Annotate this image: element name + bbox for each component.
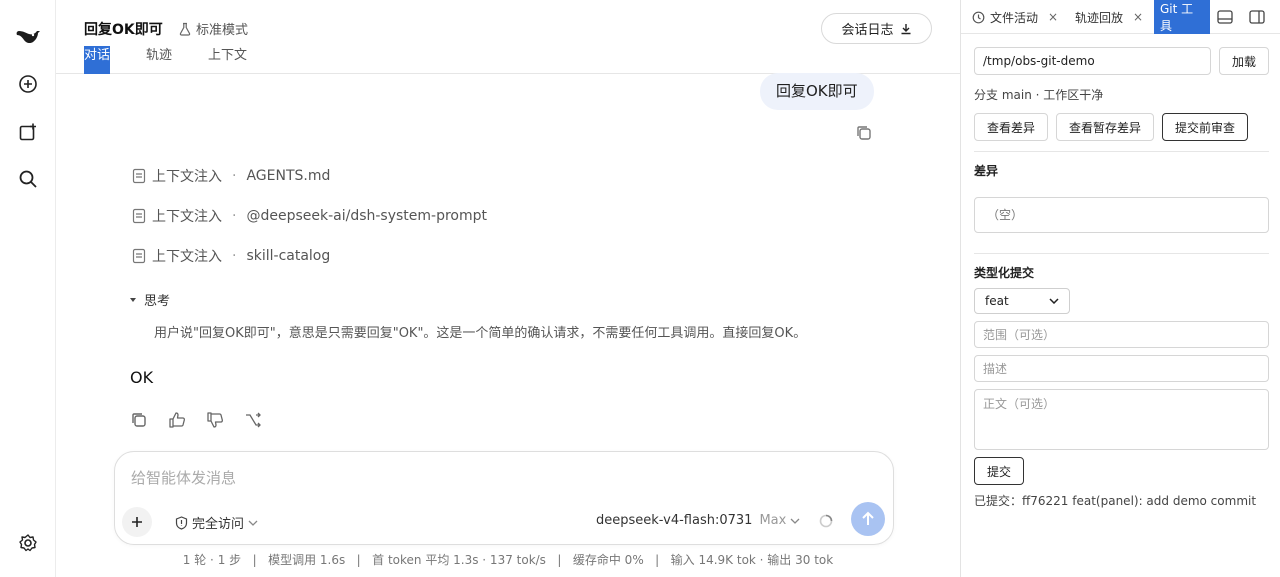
whale-logo-icon[interactable] <box>14 22 42 50</box>
context-separator: · <box>232 208 237 224</box>
composer: 完全访问 deepseek-v4-flash:0731 Max <box>114 451 894 545</box>
body-textarea[interactable] <box>974 389 1269 450</box>
main-tabs: 对话 轨迹 上下文 <box>84 46 283 74</box>
shield-icon <box>175 515 188 530</box>
chevron-down-icon <box>248 520 258 526</box>
branch-icon[interactable] <box>244 411 262 429</box>
pre-commit-review-button[interactable]: 提交前审查 <box>1162 113 1249 141</box>
message-input[interactable] <box>131 469 831 487</box>
branch-status: 分支 main · 工作区干净 <box>974 88 1104 102</box>
diff-output: （空） <box>974 197 1269 233</box>
copy-icon[interactable] <box>130 411 148 429</box>
commit-button[interactable]: 提交 <box>974 457 1024 485</box>
git-tools-panel: 文件活动 × 轨迹回放 × Git 工具 加载 分支 main · 工作区干净 … <box>960 0 1280 577</box>
description-input[interactable] <box>974 355 1269 382</box>
repo-path-input[interactable] <box>974 47 1211 75</box>
context-item-name: AGENTS.md <box>246 168 331 184</box>
view-diff-button[interactable]: 查看差异 <box>974 113 1049 141</box>
loading-spinner-icon <box>818 513 834 529</box>
usage-stats: 1 轮 · 1 步 | 模型调用 1.6s | 首 token 平均 1.3s … <box>182 553 834 567</box>
close-icon[interactable]: × <box>1048 10 1058 24</box>
context-item-name: @deepseek-ai/dsh-system-prompt <box>246 208 488 224</box>
context-item-label: 上下文注入 <box>152 169 222 185</box>
panel-side-layout-icon[interactable] <box>1248 8 1266 26</box>
chevron-down-icon <box>1049 298 1059 304</box>
search-icon[interactable] <box>14 165 42 193</box>
context-item-label: 上下文注入 <box>152 209 222 225</box>
main-area: 回复OK即可 标准模式 会话日志 对话 轨迹 上下文 回复OK即可 上下文注入 … <box>56 0 960 577</box>
app: 回复OK即可 标准模式 会话日志 对话 轨迹 上下文 回复OK即可 上下文注入 … <box>0 0 1280 577</box>
user-message-bubble: 回复OK即可 <box>760 73 874 110</box>
divider <box>974 253 1269 254</box>
chevron-down-icon <box>790 518 800 524</box>
commit-result: 已提交：ff76221 feat(panel): add demo commit <box>974 494 1257 508</box>
context-separator: · <box>232 168 237 184</box>
access-selector[interactable]: 完全访问 <box>175 513 258 532</box>
commit-section-title: 类型化提交 <box>974 266 1035 280</box>
caret-down-icon <box>130 297 136 302</box>
arrow-up-icon <box>862 511 874 525</box>
scope-input[interactable] <box>974 321 1269 348</box>
document-icon <box>132 168 146 184</box>
thinking-label: 思考 <box>144 294 171 309</box>
new-window-icon[interactable] <box>14 118 42 146</box>
attach-button[interactable] <box>122 507 152 537</box>
session-log-button[interactable]: 会话日志 <box>821 13 932 44</box>
new-chat-icon[interactable] <box>14 70 42 98</box>
tab-git-tools[interactable]: Git 工具 <box>1154 0 1210 34</box>
chat-title: 回复OK即可 <box>84 22 163 38</box>
tab-git-tools-label: Git 工具 <box>1160 2 1194 33</box>
tab-trajectory[interactable]: 轨迹 <box>146 46 172 74</box>
flask-icon <box>179 22 191 36</box>
tab-file-activity[interactable]: 文件活动 × <box>972 0 1058 34</box>
clock-icon <box>972 11 985 23</box>
load-button[interactable]: 加载 <box>1219 47 1269 75</box>
model-effort: Max <box>759 513 787 528</box>
mode-label: 标准模式 <box>196 23 249 38</box>
access-label: 完全访问 <box>192 517 245 532</box>
context-item[interactable]: 上下文注入 · skill-catalog <box>132 246 330 266</box>
session-log-label: 会话日志 <box>841 23 894 38</box>
context-item[interactable]: 上下文注入 · AGENTS.md <box>132 166 330 186</box>
tab-context[interactable]: 上下文 <box>208 46 247 74</box>
download-icon <box>901 23 910 34</box>
thinking-toggle[interactable]: 思考 <box>130 290 170 309</box>
commit-type-select[interactable]: feat <box>974 288 1070 314</box>
close-icon[interactable]: × <box>1133 10 1143 24</box>
thumbs-down-icon[interactable] <box>206 411 224 429</box>
model-name: deepseek-v4-flash:0731 <box>596 513 753 528</box>
panel-bottom-layout-icon[interactable] <box>1216 8 1234 26</box>
tab-file-activity-label: 文件活动 <box>990 10 1039 25</box>
document-icon <box>132 248 146 264</box>
plus-icon <box>132 517 142 527</box>
message-actions <box>130 411 262 429</box>
context-item-name: skill-catalog <box>246 248 331 264</box>
thinking-text: 用户说"回复OK即可"，意思是只需要回复"OK"。这是一个简单的确认请求，不需要… <box>154 326 807 341</box>
view-staged-diff-button[interactable]: 查看暂存差异 <box>1056 113 1155 141</box>
settings-icon[interactable] <box>14 529 42 557</box>
tab-conversation[interactable]: 对话 <box>84 46 111 74</box>
divider <box>974 151 1269 152</box>
context-item[interactable]: 上下文注入 · @deepseek-ai/dsh-system-prompt <box>132 206 487 226</box>
tab-conversation-label: 对话 <box>84 48 111 63</box>
left-rail <box>0 0 56 577</box>
topbar: 回复OK即可 标准模式 会话日志 对话 轨迹 上下文 <box>56 0 960 74</box>
tab-trajectory-replay-label: 轨迹回放 <box>1075 10 1124 25</box>
commit-type-value: feat <box>985 294 1009 308</box>
tab-trajectory-replay[interactable]: 轨迹回放 × <box>1075 0 1143 34</box>
copy-icon[interactable] <box>855 124 873 142</box>
mode-indicator[interactable]: 标准模式 <box>178 19 248 38</box>
context-separator: · <box>232 248 237 264</box>
assistant-answer: OK <box>130 368 154 387</box>
document-icon <box>132 208 146 224</box>
diff-section-title: 差异 <box>974 164 999 178</box>
send-button[interactable] <box>851 502 885 536</box>
model-selector[interactable]: deepseek-v4-flash:0731 Max <box>596 513 800 528</box>
context-item-label: 上下文注入 <box>152 249 222 265</box>
panel-tabs: 文件活动 × 轨迹回放 × Git 工具 <box>961 0 1280 34</box>
thumbs-up-icon[interactable] <box>168 411 186 429</box>
